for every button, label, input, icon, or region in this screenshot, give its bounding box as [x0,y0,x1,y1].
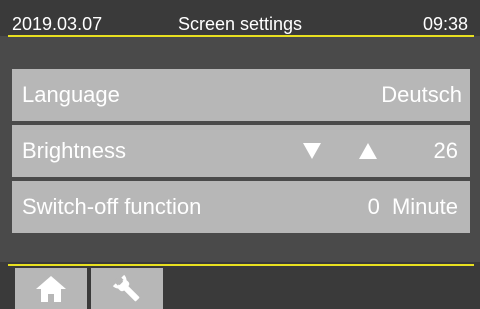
screen-title: Screen settings [177,14,303,34]
home-button[interactable] [15,268,87,309]
language-label: Language [22,82,120,107]
triangle-down-icon [303,143,321,159]
brightness-setting-row: Brightness 26 [12,125,470,177]
brightness-increase-button[interactable] [348,137,388,165]
switch-off-setting-row[interactable]: Switch-off function 0 Minute [12,181,470,233]
status-bar: 2019.03.07 Screen settings 09:38 [0,0,480,36]
triangle-up-icon [359,143,377,159]
header-divider [8,35,474,37]
switch-off-label: Switch-off function [22,194,202,219]
status-time: 09:38 [422,14,468,34]
brightness-value: 26 [433,138,458,163]
settings-tools-button[interactable] [91,268,163,309]
brightness-label: Brightness [22,138,126,163]
wrench-icon [112,274,140,301]
home-icon [36,275,66,302]
language-value[interactable]: Deutsch [381,82,462,108]
footer-divider [8,264,474,266]
switch-off-value[interactable]: 0 Minute [368,194,458,220]
brightness-decrease-button[interactable] [292,137,332,165]
language-setting-row[interactable]: Language Deutsch [12,69,470,121]
